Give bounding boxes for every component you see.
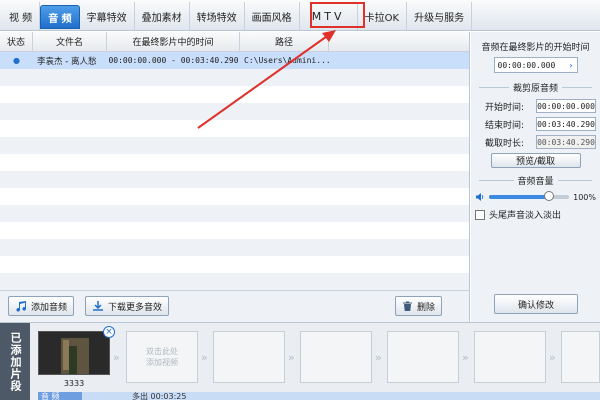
audio-settings-panel: 音频在最终影片的开始时间 00:00:00.000 › 裁剪原音频 开始时间: … xyxy=(471,32,600,322)
status-dot-icon: ● xyxy=(13,56,20,65)
timeline-clip[interactable]: × 3333 xyxy=(38,326,115,393)
tab-picture-style[interactable]: 画面风格 xyxy=(245,2,300,30)
chevron-right-icon: » xyxy=(113,351,120,364)
download-more-effects-button[interactable]: 下载更多音效 xyxy=(85,296,170,316)
close-icon[interactable]: × xyxy=(103,326,115,338)
header-spacer xyxy=(329,32,469,51)
trash-icon xyxy=(403,301,412,311)
fade-checkbox[interactable] xyxy=(475,209,485,220)
table-row[interactable]: ● 李袁杰 - 离人愁 00:00:00.000 - 00:03:40.290 … xyxy=(0,52,469,69)
tab-transition-effects[interactable]: 转场特效 xyxy=(190,2,245,30)
start-time-value: 00:00:00.000 xyxy=(497,60,556,70)
clip-thumbnail xyxy=(38,331,110,375)
chevron-right-icon[interactable]: › xyxy=(569,61,574,70)
audio-list-panel: 状态 文件名 在最终影片中的时间 路径 ● 李袁杰 - 离人愁 00:00:00… xyxy=(0,32,470,290)
header-status[interactable]: 状态 xyxy=(0,32,33,51)
clip-label: 3333 xyxy=(63,379,85,388)
list-toolbar: 添加音频 下载更多音效 删除 xyxy=(0,290,470,322)
empty-slot[interactable] xyxy=(213,331,285,383)
volume-section-title: 音频音量 xyxy=(475,174,596,187)
empty-row xyxy=(0,69,469,86)
empty-slot[interactable] xyxy=(474,331,546,383)
chevron-right-icon: » xyxy=(288,351,295,364)
empty-slot[interactable] xyxy=(300,331,372,383)
empty-row xyxy=(0,171,469,188)
header-filename[interactable]: 文件名 xyxy=(33,32,107,51)
empty-row xyxy=(0,137,469,154)
tab-video[interactable]: 视 频 xyxy=(2,2,41,30)
added-clips-label: 已添加片段 xyxy=(0,323,30,400)
empty-slot[interactable] xyxy=(387,331,459,383)
trim-section-title: 裁剪原音频 xyxy=(475,81,596,94)
tab-audio[interactable]: 音 频 xyxy=(40,5,80,29)
volume-knob[interactable] xyxy=(544,191,555,201)
chevron-right-icon: » xyxy=(462,351,469,364)
delete-button[interactable]: 删除 xyxy=(395,296,443,316)
tab-mtv[interactable]: MTV xyxy=(300,2,358,30)
empty-row xyxy=(0,154,469,171)
volume-slider[interactable] xyxy=(489,191,570,201)
main-tab-bar: 视 频 音 频 字幕特效 叠加素材 转场特效 画面风格 MTV 卡拉OK 升级与… xyxy=(0,0,600,31)
row-path: C:\Users\Admini... xyxy=(244,56,329,65)
empty-row xyxy=(0,86,469,103)
empty-slot[interactable] xyxy=(561,331,600,383)
volume-row: 100% xyxy=(475,191,596,202)
preview-trim-button[interactable]: 预览/截取 xyxy=(490,153,581,168)
fade-label: 头尾声音淡入淡出 xyxy=(489,211,562,221)
empty-row xyxy=(0,222,469,239)
trim-start-label: 开始时间: xyxy=(485,102,525,113)
start-time-title: 音频在最终影片的开始时间 xyxy=(481,43,590,53)
empty-row xyxy=(0,239,469,256)
empty-row xyxy=(0,205,469,222)
tab-subtitle-effects[interactable]: 字幕特效 xyxy=(80,2,135,30)
chevron-right-icon: » xyxy=(549,351,556,364)
row-filename: 李袁杰 - 离人愁 xyxy=(37,56,97,67)
trim-end-label: 结束时间: xyxy=(485,120,525,131)
trim-duration-value: 00:03:40.290 xyxy=(536,135,596,149)
audio-track[interactable]: 音 频 多出 00:03:25 xyxy=(38,392,600,400)
trim-end-input[interactable]: 00:03:40.290 xyxy=(536,117,596,131)
start-time-input[interactable]: 00:00:00.000 › xyxy=(493,57,578,73)
speaker-icon[interactable] xyxy=(475,192,485,202)
trim-duration-field: 截取时长: 00:03:40.290 xyxy=(475,135,596,149)
header-path[interactable]: 路径 xyxy=(240,32,329,51)
trim-duration-label: 截取时长: xyxy=(485,138,525,149)
tab-karaoke[interactable]: 卡拉OK xyxy=(358,2,408,30)
music-note-icon xyxy=(16,301,27,312)
add-video-slot[interactable]: 双击此处 添加视频 xyxy=(126,331,198,383)
tab-upgrade-service[interactable]: 升级与服务 xyxy=(407,2,473,30)
audio-rows: ● 李袁杰 - 离人愁 00:00:00.000 - 00:03:40.290 … xyxy=(0,52,469,290)
empty-row xyxy=(0,103,469,120)
chevron-right-icon: » xyxy=(375,351,382,364)
timeline: 已添加片段 × 3333 » 双击此处 添加视频 » » » » » 音 频 多… xyxy=(0,322,600,400)
chevron-right-icon: » xyxy=(201,351,208,364)
row-time: 00:00:00.000 - 00:03:40.290 xyxy=(108,56,239,65)
empty-row xyxy=(0,273,469,290)
volume-fill xyxy=(489,195,550,199)
trim-start-field: 开始时间: 00:00:00.000 xyxy=(475,99,596,113)
header-time[interactable]: 在最终影片中的时间 xyxy=(107,32,240,51)
trim-end-field: 结束时间: 00:03:40.290 xyxy=(475,117,596,131)
empty-row xyxy=(0,256,469,273)
fade-option[interactable]: 头尾声音淡入淡出 xyxy=(475,208,596,221)
trim-start-input[interactable]: 00:00:00.000 xyxy=(536,99,596,113)
audio-track-label: 音 频 xyxy=(38,392,82,400)
list-header: 状态 文件名 在最终影片中的时间 路径 xyxy=(0,32,469,52)
tab-overlay-materials[interactable]: 叠加素材 xyxy=(135,2,190,30)
empty-row xyxy=(0,188,469,205)
add-audio-button[interactable]: 添加音频 xyxy=(8,296,75,316)
audio-track-info: 多出 00:03:25 xyxy=(132,392,187,400)
volume-value: 100% xyxy=(573,192,596,202)
empty-row xyxy=(0,120,469,137)
download-icon xyxy=(93,301,103,311)
confirm-changes-button[interactable]: 确认修改 xyxy=(494,294,578,314)
